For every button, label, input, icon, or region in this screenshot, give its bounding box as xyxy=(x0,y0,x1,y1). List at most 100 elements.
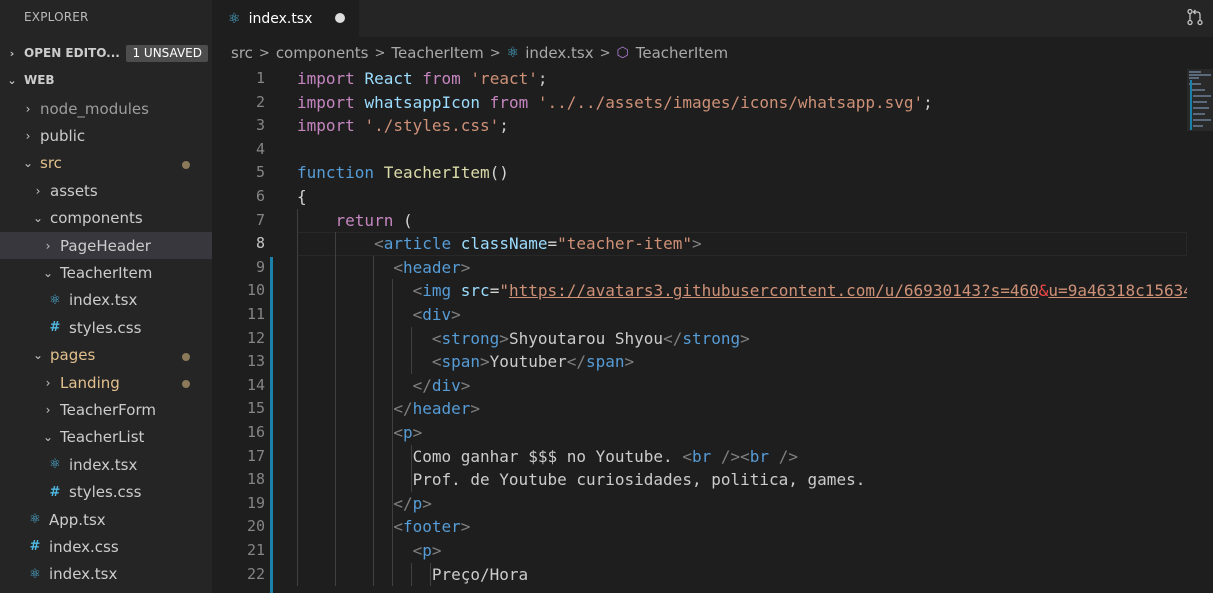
tree-item-components[interactable]: ⌄ components xyxy=(0,205,212,232)
tree-item-pages[interactable]: ⌄ pages xyxy=(0,342,212,369)
tree-item-index-tsx[interactable]: ⚛ index.tsx xyxy=(0,451,212,478)
code-line[interactable]: 10 <img src="https://avatars3.githubuser… xyxy=(212,279,1187,303)
tree-item-label: styles.css xyxy=(69,483,142,502)
line-number: 18 xyxy=(246,470,265,489)
tree-item-src[interactable]: ⌄ src xyxy=(0,150,212,177)
tree-item-label: assets xyxy=(50,181,98,200)
workspace-section[interactable]: ⌄ WEB xyxy=(0,69,212,91)
breadcrumb-item[interactable]: src xyxy=(231,44,253,62)
code-line[interactable]: 8 <article className="teacher-item"> xyxy=(212,232,1187,256)
breadcrumb-item[interactable]: TeacherItem xyxy=(636,44,728,62)
line-number: 4 xyxy=(255,139,265,158)
tree-item-landing[interactable]: › Landing xyxy=(0,369,212,396)
tree-item-styles-css[interactable]: # styles.css xyxy=(0,314,212,341)
code-line[interactable]: 3 import './styles.css'; xyxy=(212,114,1187,138)
code-line[interactable]: 1 import React from 'react'; xyxy=(212,69,1187,91)
tree-item-label: pages xyxy=(50,346,96,365)
chevron-right-icon: > xyxy=(599,45,611,61)
code-line[interactable]: 7 return ( xyxy=(212,208,1187,233)
minimap-line xyxy=(1193,101,1207,103)
line-number: 12 xyxy=(246,328,265,347)
code-line[interactable]: 5 function TeacherItem() xyxy=(212,161,1187,185)
tree-item-pageheader[interactable]: › PageHeader xyxy=(0,232,212,259)
code-text: import whatsappIcon from '../../assets/i… xyxy=(297,92,933,112)
chevron-down-icon: ⌄ xyxy=(32,348,44,363)
code-line[interactable]: 19 </p> xyxy=(212,491,1187,516)
minimap-line xyxy=(1193,107,1209,109)
react-icon: ⚛ xyxy=(506,45,520,61)
tree-item-index-css[interactable]: # index.css xyxy=(0,533,212,560)
minimap-line xyxy=(1189,77,1199,79)
tree-item-teacherform[interactable]: › TeacherForm xyxy=(0,396,212,423)
code-text: return ( xyxy=(335,210,413,230)
breadcrumb-item[interactable]: index.tsx xyxy=(525,44,593,62)
code-text: <header> xyxy=(393,257,471,277)
unsaved-dot-icon[interactable] xyxy=(335,13,345,23)
open-editors-section[interactable]: › OPEN EDITO... 1 UNSAVED xyxy=(0,42,212,64)
explorer-sidebar: EXPLORER › OPEN EDITO... 1 UNSAVED ⌄ WEB… xyxy=(0,0,212,593)
code-line[interactable]: 15 </header> xyxy=(212,397,1187,421)
tree-item-app-tsx[interactable]: ⚛ App.tsx xyxy=(0,506,212,533)
code-line[interactable]: 12 <strong>Shyoutarou Shyou</strong> xyxy=(212,326,1187,351)
line-number: 13 xyxy=(246,352,265,371)
code-line[interactable]: 4 xyxy=(212,138,1187,162)
tree-item-label: index.tsx xyxy=(69,291,138,310)
chevron-down-icon: ⌄ xyxy=(22,156,34,171)
code-line[interactable]: 22 Preço/Hora xyxy=(212,562,1187,587)
tree-item-assets[interactable]: › assets xyxy=(0,177,212,204)
workspace-label: WEB xyxy=(24,73,55,87)
chevron-right-icon: > xyxy=(374,45,386,61)
explorer-title: EXPLORER xyxy=(24,10,89,24)
chevron-down-icon: ⌄ xyxy=(7,73,17,87)
code-text: <div> xyxy=(412,305,461,324)
code-line[interactable]: 13 <span>Youtuber</span> xyxy=(212,350,1187,374)
code-line[interactable]: 9 <header> xyxy=(212,255,1187,280)
css-hash-icon: # xyxy=(49,320,61,336)
breadcrumb-item[interactable]: components xyxy=(276,44,369,62)
tree-item-label: src xyxy=(40,154,62,173)
tree-item-label: App.tsx xyxy=(49,510,106,529)
tab-index-tsx[interactable]: ⚛ index.tsx xyxy=(212,0,359,37)
code-text: Preço/Hora xyxy=(297,564,529,584)
tree-item-teacheritem[interactable]: ⌄ TeacherItem xyxy=(0,259,212,286)
tree-item-label: index.css xyxy=(49,537,119,556)
code-text: function TeacherItem() xyxy=(297,163,509,183)
code-line[interactable]: 17 Como ganhar $$$ no Youtube. <br /><br… xyxy=(212,444,1187,469)
open-editors-label: OPEN EDITO... xyxy=(24,46,120,60)
chevron-right-icon: › xyxy=(45,375,51,390)
line-number: 20 xyxy=(246,517,265,536)
chevron-right-icon: > xyxy=(258,45,270,61)
tree-item-public[interactable]: › public xyxy=(0,122,212,149)
code-line[interactable]: 18 Prof. de Youtube curiosidades, politi… xyxy=(212,468,1187,492)
tree-item-label: TeacherItem xyxy=(60,263,153,282)
tree-item-index-tsx[interactable]: ⚛ index.tsx xyxy=(0,287,212,314)
tree-item-teacherlist[interactable]: ⌄ TeacherList xyxy=(0,424,212,451)
code-editor[interactable]: 1 import React from 'react'; 2 import whats… xyxy=(212,69,1187,593)
code-line[interactable]: 14 </div> xyxy=(212,373,1187,398)
code-line[interactable]: 11 <div> xyxy=(212,303,1187,327)
chevron-right-icon: › xyxy=(45,402,51,417)
tree-item-index-tsx[interactable]: ⚛ index.tsx xyxy=(0,561,212,588)
code-text: <img src="https://avatars3.githubusercon… xyxy=(412,281,1187,301)
line-number: 5 xyxy=(255,163,265,182)
tree-item-label: node_modules xyxy=(40,99,149,118)
code-line[interactable]: 21 <p> xyxy=(212,539,1187,563)
symbol-cube-icon: ⬡ xyxy=(616,45,629,61)
code-text: </div> xyxy=(412,375,471,395)
minimap[interactable] xyxy=(1187,69,1213,593)
breadcrumb-item[interactable]: TeacherItem xyxy=(391,44,483,62)
source-control-icon[interactable] xyxy=(1185,8,1205,28)
line-number: 15 xyxy=(246,399,265,418)
code-line[interactable]: 16 <p> xyxy=(212,421,1187,445)
code-line[interactable]: 20 <footer> xyxy=(212,515,1187,539)
line-number: 11 xyxy=(246,305,265,323)
line-number: 19 xyxy=(246,493,265,512)
react-icon: ⚛ xyxy=(29,512,41,527)
code-line[interactable]: 6{ xyxy=(212,185,1187,209)
tree-item-label: public xyxy=(40,126,86,145)
code-line[interactable]: 2 import whatsappIcon from '../../assets/… xyxy=(212,91,1187,115)
tree-item-label: index.tsx xyxy=(49,565,118,584)
tree-item-node-modules[interactable]: › node_modules xyxy=(0,95,212,122)
tree-item-styles-css[interactable]: # styles.css xyxy=(0,479,212,506)
line-number: 16 xyxy=(246,423,265,441)
